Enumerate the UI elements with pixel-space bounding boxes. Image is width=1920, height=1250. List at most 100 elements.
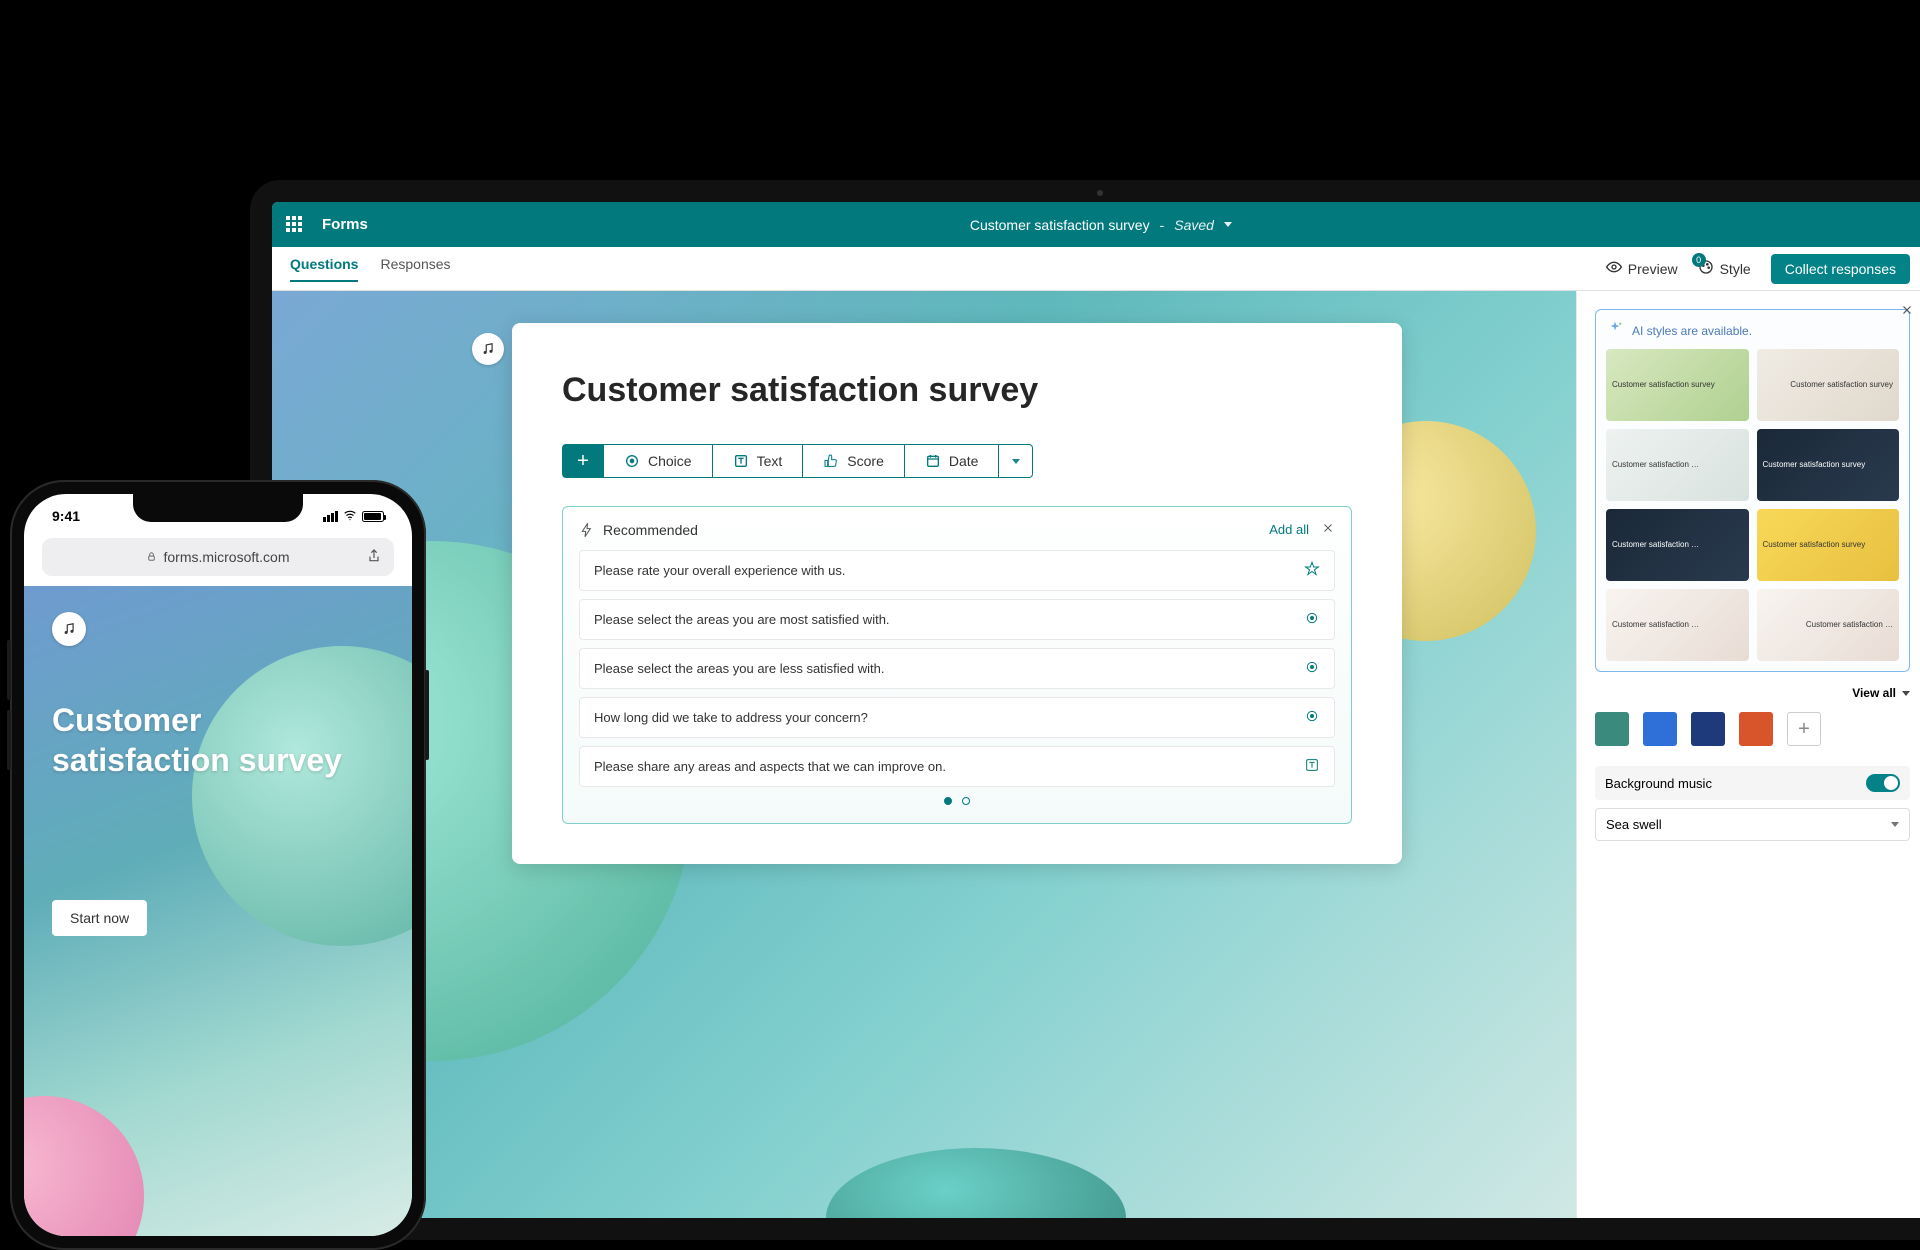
view-all-label: View all [1852,686,1896,700]
form-title[interactable]: Customer satisfaction survey [562,371,1352,410]
chevron-down-icon [1891,822,1899,827]
tab-responses[interactable]: Responses [380,256,450,282]
notification-badge-icon: 0 [1692,253,1706,267]
phone-form-title: Customer satisfaction survey [52,700,384,780]
preview-button[interactable]: Preview [1606,259,1678,278]
document-title[interactable]: Customer satisfaction survey [970,217,1150,233]
app-name[interactable]: Forms [322,216,368,233]
qtype-text-button[interactable]: Text [713,444,804,478]
qtype-text-label: Text [757,453,783,469]
calendar-icon [925,453,941,469]
qtype-score-button[interactable]: Score [803,444,905,478]
background-music-label: Background music [1605,776,1712,791]
add-color-button[interactable]: + [1787,712,1821,746]
music-note-icon [62,622,76,636]
pager-dot[interactable] [962,797,970,805]
form-card: Customer satisfaction survey + Choice Te… [512,323,1402,864]
add-all-button[interactable]: Add all [1269,522,1309,537]
text-icon [1304,757,1320,776]
style-thumbnail[interactable]: Customer satisfaction survey [1757,509,1900,581]
close-style-panel-button[interactable] [1900,303,1914,322]
background-music-toggle[interactable] [1866,774,1900,792]
question-type-toolbar: + Choice Text Score [562,444,1352,478]
eye-icon [1606,259,1622,278]
phone-url-bar[interactable]: forms.microsoft.com [42,538,394,576]
phone-frame: 9:41 forms.microsoft.com Customer satisf… [10,480,426,1250]
plus-icon: + [577,451,589,471]
app-launcher-icon[interactable] [286,216,304,234]
qtype-choice-label: Choice [648,453,692,469]
qtype-date-button[interactable]: Date [905,444,1000,478]
background-music-row: Background music [1595,766,1910,800]
chevron-down-icon [1012,459,1020,464]
phone-volume-button [7,640,11,700]
color-swatch-orange[interactable] [1739,712,1773,746]
style-thumbnail[interactable]: Customer satisfaction survey [1606,349,1749,421]
phone-form-preview: Customer satisfaction survey Start now [24,586,412,1236]
recommended-item[interactable]: How long did we take to address your con… [579,697,1335,738]
chevron-down-icon [1902,691,1910,696]
phone-volume-button [7,710,11,770]
close-recommended-button[interactable] [1321,521,1335,538]
style-thumbnail[interactable]: Customer satisfaction … [1757,589,1900,661]
preview-label: Preview [1628,261,1678,277]
qtype-more-button[interactable] [999,444,1033,478]
recommended-item-text: Please share any areas and aspects that … [594,759,946,774]
recommended-item-text: Please select the areas you are most sat… [594,612,890,627]
recommended-panel: Recommended Add all Please rate your ove… [562,506,1352,824]
lock-icon [146,549,157,565]
style-thumbnail[interactable]: Customer satisfaction survey [1757,429,1900,501]
ai-styles-label: AI styles are available. [1632,324,1752,338]
view-all-button[interactable]: View all [1595,686,1910,700]
style-button[interactable]: 0 Style [1698,259,1751,278]
tab-questions[interactable]: Questions [290,256,358,282]
radio-icon [624,453,640,469]
add-question-button[interactable]: + [562,444,604,478]
recommended-item[interactable]: Please rate your overall experience with… [579,550,1335,591]
color-swatch-blue[interactable] [1643,712,1677,746]
ai-styles-section: AI styles are available. Customer satisf… [1595,309,1910,672]
close-icon [1900,303,1914,317]
pager-dot[interactable] [944,797,952,805]
music-toggle-chip[interactable] [472,333,504,365]
music-note-icon [481,342,495,356]
style-thumbnail[interactable]: Customer satisfaction … [1606,589,1749,661]
background-shape [826,1148,1126,1218]
color-swatch-navy[interactable] [1691,712,1725,746]
chevron-down-icon[interactable] [1224,222,1232,227]
recommended-item-text: Please rate your overall experience with… [594,563,845,578]
recommended-item[interactable]: Please share any areas and aspects that … [579,746,1335,787]
style-label: Style [1720,261,1751,277]
phone-screen: 9:41 forms.microsoft.com Customer satisf… [24,494,412,1236]
recommended-item[interactable]: Please select the areas you are less sat… [579,648,1335,689]
laptop-screen: Forms Customer satisfaction survey - Sav… [272,202,1920,1218]
start-now-button[interactable]: Start now [52,900,147,936]
music-toggle-chip[interactable] [52,612,86,646]
share-icon[interactable] [366,548,382,567]
recommended-label: Recommended [603,522,698,538]
collect-responses-button[interactable]: Collect responses [1771,254,1910,284]
sparkle-icon [1606,320,1624,341]
color-swatches: + [1595,712,1910,746]
document-title-bar: Customer satisfaction survey - Saved [970,217,1232,233]
app-header: Forms Customer satisfaction survey - Sav… [272,202,1920,247]
qtype-date-label: Date [949,453,979,469]
signal-icon [323,511,338,522]
recommended-item[interactable]: Please select the areas you are most sat… [579,599,1335,640]
background-music-select[interactable]: Sea swell [1595,808,1910,841]
lightning-icon [579,522,595,538]
phone-time: 9:41 [52,508,80,525]
style-thumbnail[interactable]: Customer satisfaction survey [1757,349,1900,421]
background-music-value: Sea swell [1606,817,1662,832]
background-shape [24,1096,144,1236]
recommended-item-text: How long did we take to address your con… [594,710,868,725]
style-thumbnail[interactable]: Customer satisfaction … [1606,429,1749,501]
radio-icon [1304,708,1320,727]
wifi-icon [343,508,357,525]
style-thumbnail[interactable]: Customer satisfaction … [1606,509,1749,581]
color-swatch-teal[interactable] [1595,712,1629,746]
text-icon [733,453,749,469]
recommended-pager [579,797,1335,805]
qtype-choice-button[interactable]: Choice [604,444,713,478]
phone-status-bar: 9:41 [24,508,412,525]
